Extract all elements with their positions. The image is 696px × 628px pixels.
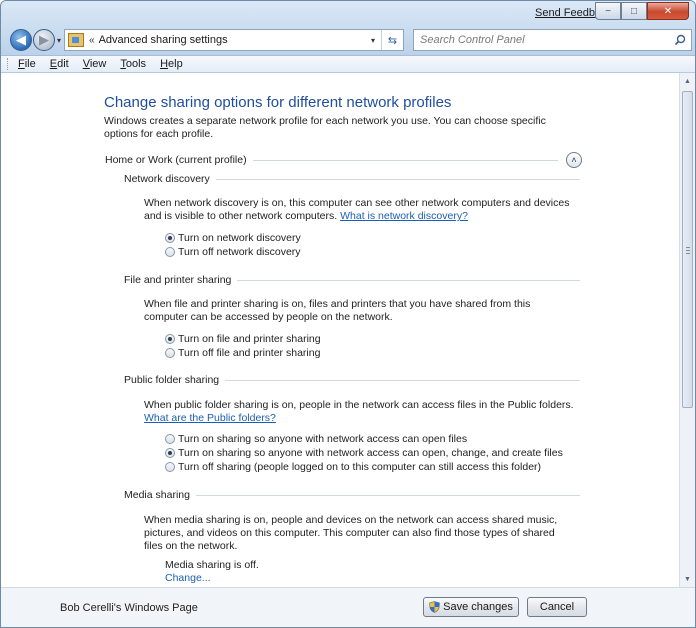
menu-file[interactable]: File — [18, 58, 36, 70]
radio-public-open-files[interactable]: Turn on sharing so anyone with network a… — [165, 432, 467, 446]
breadcrumb-overflow-icon[interactable]: « — [89, 35, 95, 46]
close-button[interactable]: ✕ — [647, 2, 689, 20]
menu-tools[interactable]: Tools — [120, 58, 146, 70]
window-chrome: Send Feedback − □ ✕ ◀ ▶ ▾ « Advanced sha… — [1, 1, 695, 55]
settings-content: Change sharing options for different net… — [1, 73, 679, 587]
profile-header[interactable]: Home or Work (current profile) ˄ — [105, 152, 582, 168]
scroll-up-icon[interactable]: ▲ — [680, 73, 695, 89]
scroll-down-icon[interactable]: ▼ — [680, 571, 695, 587]
radio-button[interactable] — [165, 247, 175, 257]
section-description: When file and printer sharing is on, fil… — [144, 298, 531, 323]
section-description: When public folder sharing is on, people… — [144, 399, 574, 424]
menu-edit[interactable]: Edit — [50, 58, 69, 70]
footer-bar: Bob Cerelli's Windows Page Save changes … — [1, 587, 695, 627]
save-changes-button[interactable]: Save changes — [423, 597, 519, 617]
forward-button[interactable]: ▶ — [33, 29, 55, 51]
menu-view[interactable]: View — [83, 58, 107, 70]
radio-network-discovery-on[interactable]: Turn on network discovery — [165, 231, 301, 245]
section-public-folder-sharing: Public folder sharing — [124, 373, 580, 387]
explorer-window: Send Feedback − □ ✕ ◀ ▶ ▾ « Advanced sha… — [0, 0, 696, 628]
control-panel-icon — [68, 33, 84, 47]
maximize-button[interactable]: □ — [621, 2, 647, 20]
scrollbar-grip — [686, 247, 690, 254]
radio-button-selected[interactable] — [165, 448, 175, 458]
caption-buttons: − □ ✕ — [595, 2, 689, 20]
section-network-discovery: Network discovery — [124, 172, 580, 186]
search-input[interactable] — [420, 31, 669, 49]
radio-button[interactable] — [165, 462, 175, 472]
section-title: Public folder sharing — [124, 374, 220, 386]
menu-bar: File Edit View Tools Help — [1, 55, 695, 73]
recent-pages-dropdown-icon[interactable]: ▾ — [57, 36, 61, 45]
public-folders-help-link[interactable]: What are the Public folders? — [144, 412, 276, 424]
address-dropdown-icon[interactable]: ▾ — [365, 36, 381, 45]
back-button[interactable]: ◀ — [10, 29, 32, 51]
radio-file-printer-on[interactable]: Turn on file and printer sharing — [165, 332, 321, 346]
radio-network-discovery-off[interactable]: Turn off network discovery — [165, 245, 301, 259]
radio-button-selected[interactable] — [165, 334, 175, 344]
section-title: Media sharing — [124, 489, 190, 501]
network-discovery-help-link[interactable]: What is network discovery? — [340, 210, 468, 222]
divider — [225, 379, 580, 381]
divider — [237, 279, 580, 281]
radio-public-sharing-off[interactable]: Turn off sharing (people logged on to th… — [165, 460, 541, 474]
divider — [195, 494, 580, 496]
refresh-icon[interactable]: ⇆ — [381, 30, 403, 50]
media-sharing-change-link[interactable]: Change... — [165, 572, 211, 584]
divider — [252, 159, 558, 161]
uac-shield-icon — [429, 601, 440, 613]
section-description: When media sharing is on, people and dev… — [144, 514, 558, 552]
section-description: When network discovery is on, this compu… — [144, 197, 570, 222]
divider — [215, 178, 580, 180]
search-box — [413, 29, 692, 51]
section-media-sharing: Media sharing — [124, 488, 580, 502]
section-title: File and printer sharing — [124, 274, 232, 286]
vertical-scrollbar[interactable]: ▲ ▼ — [679, 73, 695, 587]
minimize-button[interactable]: − — [595, 2, 621, 20]
breadcrumb[interactable]: Advanced sharing settings — [99, 34, 365, 46]
profile-label: Home or Work (current profile) — [105, 154, 247, 166]
page-title: Change sharing options for different net… — [104, 94, 452, 111]
radio-public-open-change-create[interactable]: Turn on sharing so anyone with network a… — [165, 446, 563, 460]
section-title: Network discovery — [124, 173, 210, 185]
menu-help[interactable]: Help — [160, 58, 183, 70]
address-bar[interactable]: « Advanced sharing settings ▾ ⇆ — [64, 29, 404, 51]
section-file-printer-sharing: File and printer sharing — [124, 273, 580, 287]
cancel-button[interactable]: Cancel — [527, 597, 587, 617]
page-intro: Windows creates a separate network profi… — [104, 115, 546, 140]
menu-grip — [7, 58, 10, 70]
scrollbar-thumb[interactable] — [682, 91, 693, 408]
collapse-chevron-icon[interactable]: ˄ — [566, 152, 582, 168]
radio-button[interactable] — [165, 348, 175, 358]
radio-file-printer-off[interactable]: Turn off file and printer sharing — [165, 346, 320, 360]
search-icon[interactable] — [669, 34, 691, 46]
radio-button[interactable] — [165, 434, 175, 444]
footer-credit: Bob Cerelli's Windows Page — [60, 602, 198, 614]
radio-button-selected[interactable] — [165, 233, 175, 243]
media-sharing-status: Media sharing is off. — [165, 559, 259, 571]
